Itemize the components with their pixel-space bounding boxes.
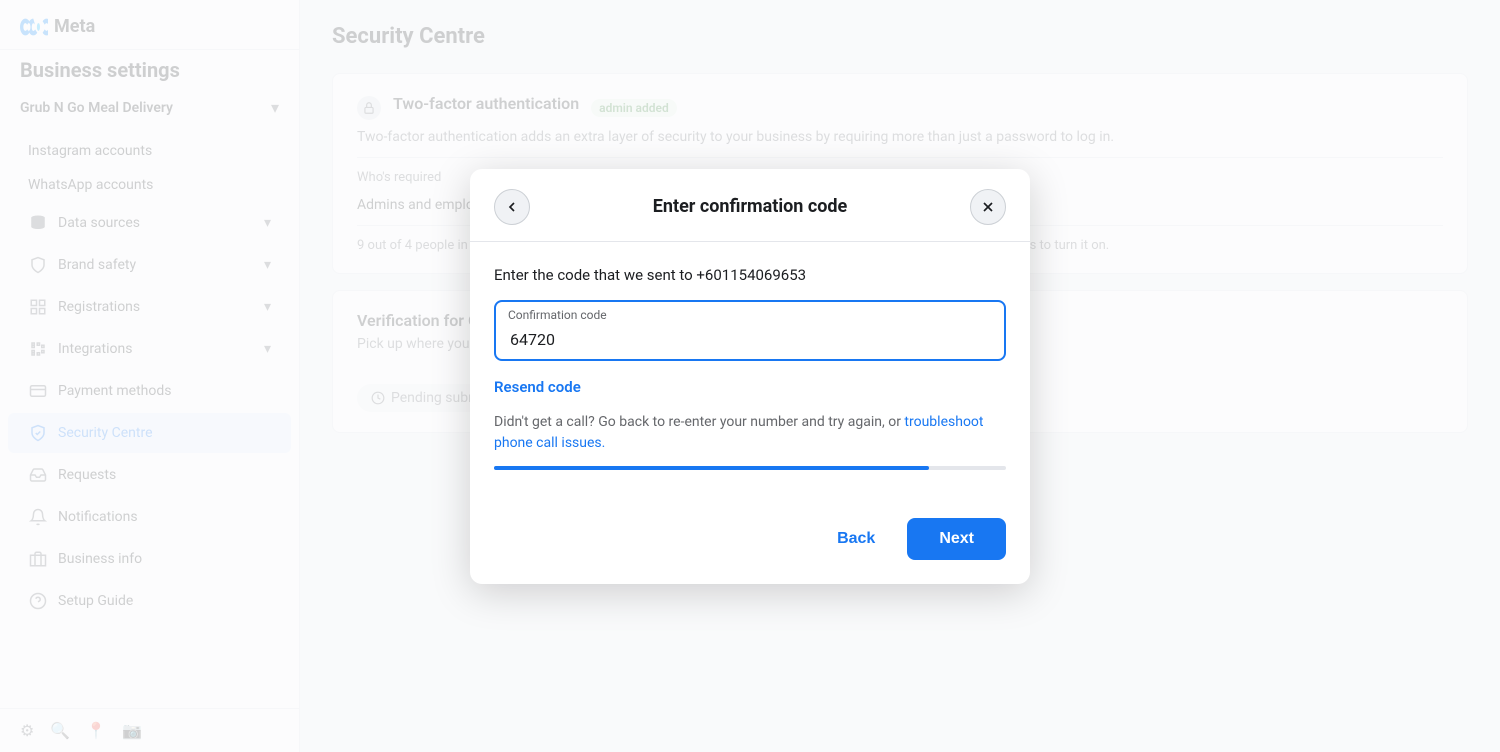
next-button[interactable]: Next (907, 518, 1006, 560)
confirmation-code-modal: Enter confirmation code Enter the code t… (470, 169, 1030, 584)
modal-footer: Back Next (470, 518, 1030, 584)
modal-close-btn[interactable] (970, 189, 1006, 225)
modal-title: Enter confirmation code (653, 196, 847, 217)
confirmation-code-input[interactable] (494, 300, 1006, 361)
helper-text-prefix: Didn't get a call? Go back to re-enter y… (494, 414, 904, 430)
modal-header: Enter confirmation code (470, 169, 1030, 242)
modal-back-arrow-btn[interactable] (494, 189, 530, 225)
modal-subtitle: Enter the code that we sent to +60115406… (494, 266, 1006, 284)
confirmation-code-group: Confirmation code (494, 300, 1006, 361)
modal-overlay: Enter confirmation code Enter the code t… (0, 0, 1500, 752)
resend-code-link[interactable]: Resend code (494, 378, 581, 396)
modal-body: Enter the code that we sent to +60115406… (470, 242, 1030, 518)
back-button[interactable]: Back (817, 520, 895, 558)
progress-bar-fill (494, 466, 929, 470)
helper-text: Didn't get a call? Go back to re-enter y… (494, 412, 1006, 454)
progress-bar-container (494, 466, 1006, 470)
